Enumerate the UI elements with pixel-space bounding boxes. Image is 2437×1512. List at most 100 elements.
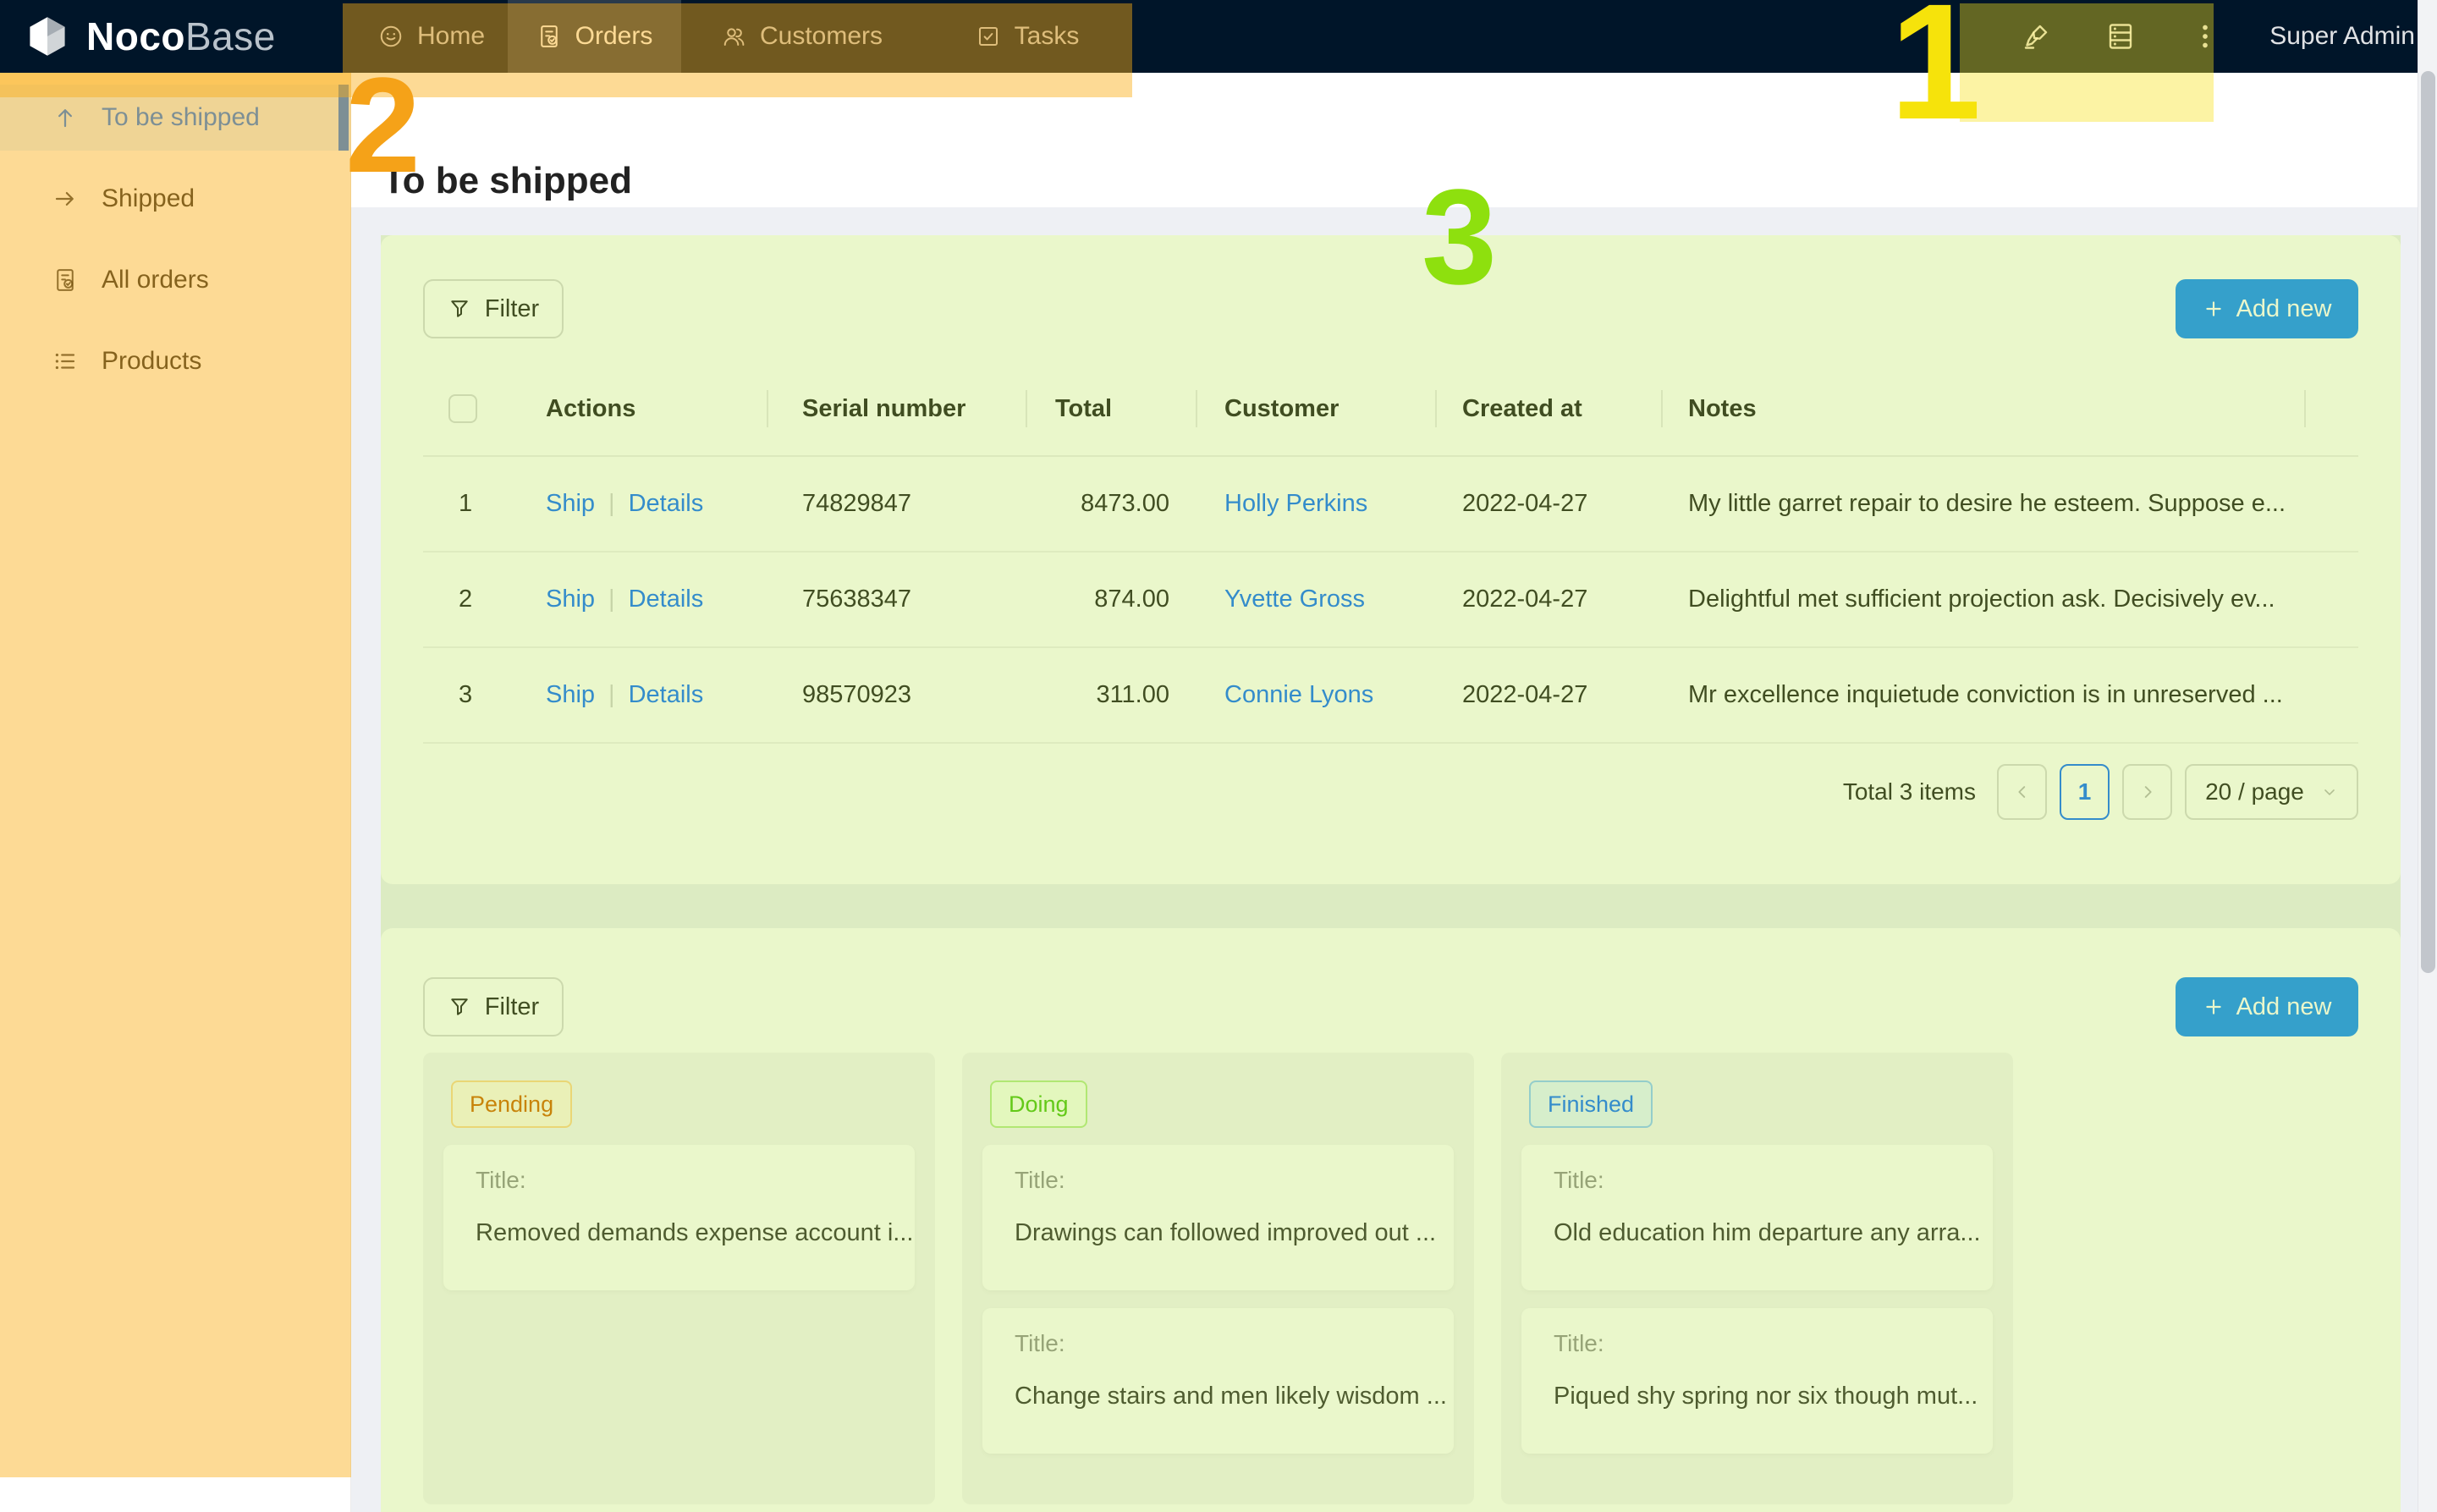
page-size-value: 20 / page xyxy=(2205,778,2304,805)
total-cell: 311.00 xyxy=(1027,681,1197,709)
filter-icon xyxy=(448,995,471,1019)
customer-link[interactable]: Connie Lyons xyxy=(1224,681,1373,708)
kanban-card[interactable]: Title: Change stairs and men likely wisd… xyxy=(982,1308,1454,1454)
vertical-scrollbar-track[interactable] xyxy=(2418,0,2437,1512)
pagination-page-1[interactable]: 1 xyxy=(2060,764,2110,820)
orders-table: Actions Serial number Total Customer Cre… xyxy=(423,362,2358,744)
logo-wordmark: NocoBase xyxy=(86,14,276,59)
kanban-card[interactable]: Title: Old education him departure any a… xyxy=(1521,1145,1993,1290)
table-row: 3 Ship|Details 98570923 311.00 Connie Ly… xyxy=(423,648,2358,744)
arrow-right-icon xyxy=(52,186,78,212)
add-new-button-label: Add new xyxy=(2236,295,2332,323)
filter-button[interactable]: Filter xyxy=(423,279,564,338)
arrow-up-icon xyxy=(52,105,78,130)
table-row: 2 Ship|Details 75638347 874.00 Yvette Gr… xyxy=(423,553,2358,648)
tab-home[interactable]: Home xyxy=(355,0,508,73)
ship-link[interactable]: Ship xyxy=(546,586,595,613)
more-ellipsis-icon[interactable] xyxy=(2163,21,2247,52)
pagination: Total 3 items 1 20 / page xyxy=(1843,764,2358,820)
table-row: 1 Ship | Details 74829847 8473.00 Holly Pe… xyxy=(423,457,2358,553)
card-field-label: Title: xyxy=(1554,1167,1604,1194)
kanban-card[interactable]: Title: Removed demands expense account i… xyxy=(443,1145,915,1290)
pagination-prev-button[interactable] xyxy=(1997,764,2047,820)
row-index: 2 xyxy=(423,586,542,613)
kanban-card[interactable]: Title: Piqued shy spring nor six though … xyxy=(1521,1308,1993,1454)
file-done-icon xyxy=(536,24,562,49)
filter-button-label: Filter xyxy=(485,295,539,323)
row-actions: Ship | Details xyxy=(542,586,768,613)
page-header: To be shipped xyxy=(0,73,2437,207)
sidebar-item-all-orders[interactable]: All orders xyxy=(0,247,350,313)
action-divider: | xyxy=(608,681,615,709)
top-navbar: NocoBase Home Orders xyxy=(0,0,2437,73)
nocobase-logo-icon xyxy=(25,14,69,58)
check-square-icon xyxy=(976,24,1001,49)
filter-button[interactable]: Filter xyxy=(423,977,564,1036)
select-all-checkbox[interactable] xyxy=(448,394,477,423)
sidebar-item-shipped[interactable]: Shipped xyxy=(0,166,350,232)
status-badge-finished: Finished xyxy=(1529,1080,1653,1128)
ui-editor-highlighter-icon[interactable] xyxy=(1994,21,2078,52)
tab-customers[interactable]: Customers xyxy=(681,0,922,73)
card-title-value: Drawings can followed improved out ... xyxy=(1015,1219,1436,1247)
smile-icon xyxy=(378,24,404,49)
ship-link[interactable]: Ship xyxy=(546,490,595,518)
serial-cell: 74829847 xyxy=(768,490,1027,518)
filter-icon xyxy=(448,297,471,321)
status-badge-doing: Doing xyxy=(990,1080,1087,1128)
database-icon[interactable] xyxy=(2078,21,2163,52)
ship-link[interactable]: Ship xyxy=(546,681,595,709)
total-cell: 8473.00 xyxy=(1027,490,1197,518)
card-title-value: Piqued shy spring nor six though mut... xyxy=(1554,1383,1978,1410)
action-divider: | xyxy=(608,490,615,518)
plus-icon xyxy=(2203,298,2225,320)
status-badge-pending: Pending xyxy=(451,1080,572,1128)
created-at-cell: 2022-04-27 xyxy=(1437,586,1663,613)
customer-cell: Yvette Gross xyxy=(1197,586,1437,613)
action-divider: | xyxy=(608,586,615,613)
page-title: To be shipped xyxy=(382,159,632,203)
sidebar-item-label: To be shipped xyxy=(102,103,260,132)
customer-cell: Connie Lyons xyxy=(1197,681,1437,709)
tab-tasks[interactable]: Tasks xyxy=(922,0,1132,73)
nocobase-logo[interactable]: NocoBase xyxy=(0,0,355,73)
row-index: 1 xyxy=(423,490,542,518)
vertical-scrollbar-thumb[interactable] xyxy=(2421,71,2435,973)
tab-orders[interactable]: Orders xyxy=(508,0,681,73)
kanban-card[interactable]: Title: Drawings can followed improved ou… xyxy=(982,1145,1454,1290)
file-done-icon xyxy=(52,267,78,293)
card-field-label: Title: xyxy=(476,1167,526,1194)
details-link[interactable]: Details xyxy=(629,681,704,709)
column-header-customer: Customer xyxy=(1197,362,1437,455)
customer-link[interactable]: Yvette Gross xyxy=(1224,586,1365,613)
sidebar-item-label: All orders xyxy=(102,266,209,294)
card-field-label: Title: xyxy=(1015,1167,1065,1194)
pagination-next-button[interactable] xyxy=(2122,764,2172,820)
sidebar-item-products[interactable]: Products xyxy=(0,328,350,394)
created-at-cell: 2022-04-27 xyxy=(1437,681,1663,709)
tab-orders-label: Orders xyxy=(575,22,653,51)
column-header-created-at: Created at xyxy=(1437,362,1663,455)
customer-cell: Holly Perkins xyxy=(1197,490,1437,518)
notes-cell: Mr excellence inquietude conviction is i… xyxy=(1663,681,2306,709)
chevron-down-icon xyxy=(2321,783,2338,800)
details-link[interactable]: Details xyxy=(629,490,704,518)
tab-tasks-label: Tasks xyxy=(1015,22,1080,51)
column-header-actions: Actions xyxy=(542,362,768,455)
sidebar: To be shipped Shipped All orders Product… xyxy=(0,73,351,1512)
sidebar-item-to-be-shipped[interactable]: To be shipped xyxy=(0,85,350,151)
created-at-cell: 2022-04-27 xyxy=(1437,490,1663,518)
page-size-select[interactable]: 20 / page xyxy=(2185,764,2358,820)
add-new-button[interactable]: Add new xyxy=(2176,279,2358,338)
user-menu[interactable]: Super Admin xyxy=(2269,22,2415,51)
card-title-value: Change stairs and men likely wisdom ... xyxy=(1015,1383,1447,1410)
plus-icon xyxy=(2203,996,2225,1018)
column-header-serial: Serial number xyxy=(768,362,1027,455)
card-title-value: Old education him departure any arra... xyxy=(1554,1219,1981,1247)
total-cell: 874.00 xyxy=(1027,586,1197,613)
customer-link[interactable]: Holly Perkins xyxy=(1224,490,1367,517)
details-link[interactable]: Details xyxy=(629,586,704,613)
column-header-total: Total xyxy=(1027,362,1197,455)
add-new-button[interactable]: Add new xyxy=(2176,977,2358,1036)
sidebar-item-label: Products xyxy=(102,347,201,376)
